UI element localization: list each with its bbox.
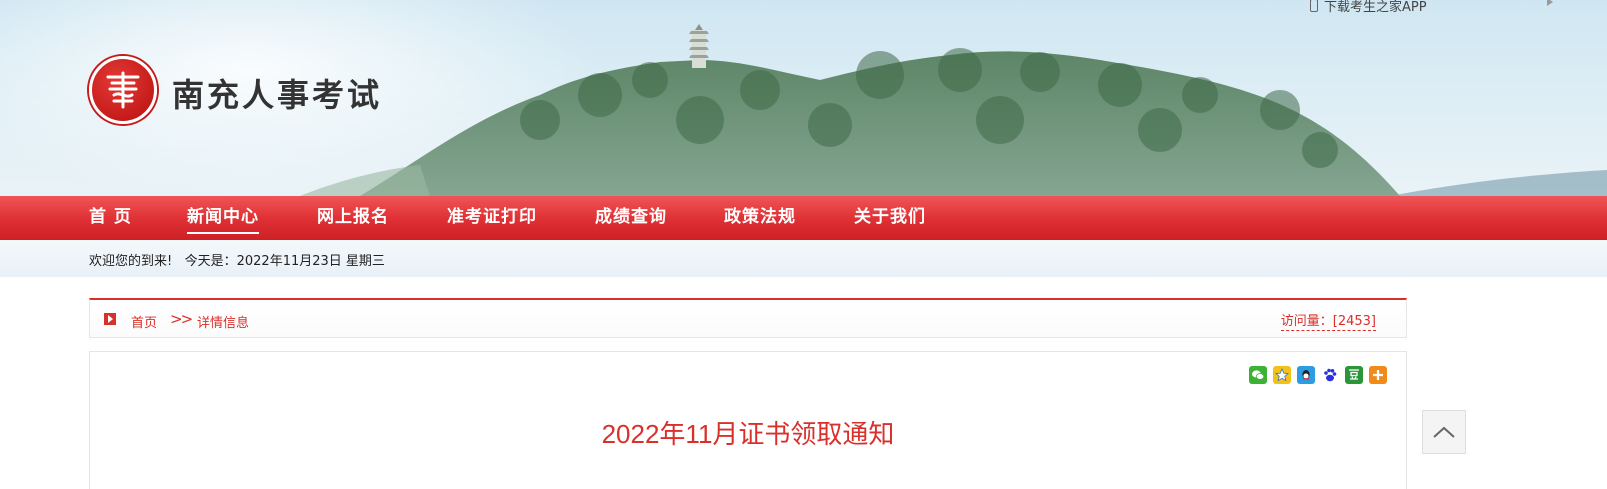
more-icon[interactable] <box>1369 366 1387 384</box>
breadcrumb-current[interactable]: 详情信息 <box>197 312 249 331</box>
wechat-icon[interactable] <box>1249 366 1267 384</box>
seal-glyph-icon <box>106 71 140 109</box>
download-app-link[interactable]: 下载考生之家APP <box>1310 0 1427 15</box>
nav-item-home[interactable]: 首 页 <box>89 196 132 240</box>
main-nav: 首 页 新闻中心 网上报名 准考证打印 成绩查询 政策法规 关于我们 <box>0 196 1607 240</box>
breadcrumb-separator: >> <box>170 310 193 328</box>
nav-item-score-query[interactable]: 成绩查询 <box>595 196 667 240</box>
visit-count: 访问量：[2453] <box>1280 310 1376 331</box>
article-panel: 2022年11月证书领取通知 <box>89 351 1407 489</box>
play-arrow-icon <box>104 313 116 325</box>
douban-icon[interactable] <box>1345 366 1363 384</box>
baidu-icon[interactable] <box>1321 366 1339 384</box>
site-title[interactable]: 南充人事考试 <box>172 70 382 116</box>
back-to-top-button[interactable] <box>1422 410 1466 454</box>
breadcrumb-home-link[interactable]: 首页 <box>131 312 157 331</box>
speaker-icon[interactable] <box>1547 0 1557 6</box>
welcome-text: 欢迎您的到来! 今天是：2022年11月23日 星期三 <box>89 254 385 269</box>
pagoda-icon <box>689 24 709 68</box>
qzone-icon[interactable] <box>1273 366 1291 384</box>
seal-logo-icon[interactable] <box>89 56 157 124</box>
qq-icon[interactable] <box>1297 366 1315 384</box>
header-banner: 下载考生之家APP 南充人事考试 <box>0 0 1607 196</box>
nav-item-news-center[interactable]: 新闻中心 <box>187 196 259 240</box>
download-app-label: 下载考生之家APP <box>1324 0 1427 15</box>
welcome-bar: 欢迎您的到来! 今天是：2022年11月23日 星期三 <box>0 240 1607 277</box>
phone-icon <box>1310 0 1318 12</box>
nav-item-about-us[interactable]: 关于我们 <box>854 196 926 240</box>
share-toolbar <box>1249 366 1387 384</box>
article-title: 2022年11月证书领取通知 <box>601 419 895 449</box>
breadcrumb: 首页 >> 详情信息 访问量：[2453] <box>89 298 1407 338</box>
chevron-up-icon <box>1433 426 1455 438</box>
nav-item-online-registration[interactable]: 网上报名 <box>317 196 389 240</box>
nav-item-policies[interactable]: 政策法规 <box>724 196 796 240</box>
nav-item-admission-ticket[interactable]: 准考证打印 <box>447 196 537 240</box>
